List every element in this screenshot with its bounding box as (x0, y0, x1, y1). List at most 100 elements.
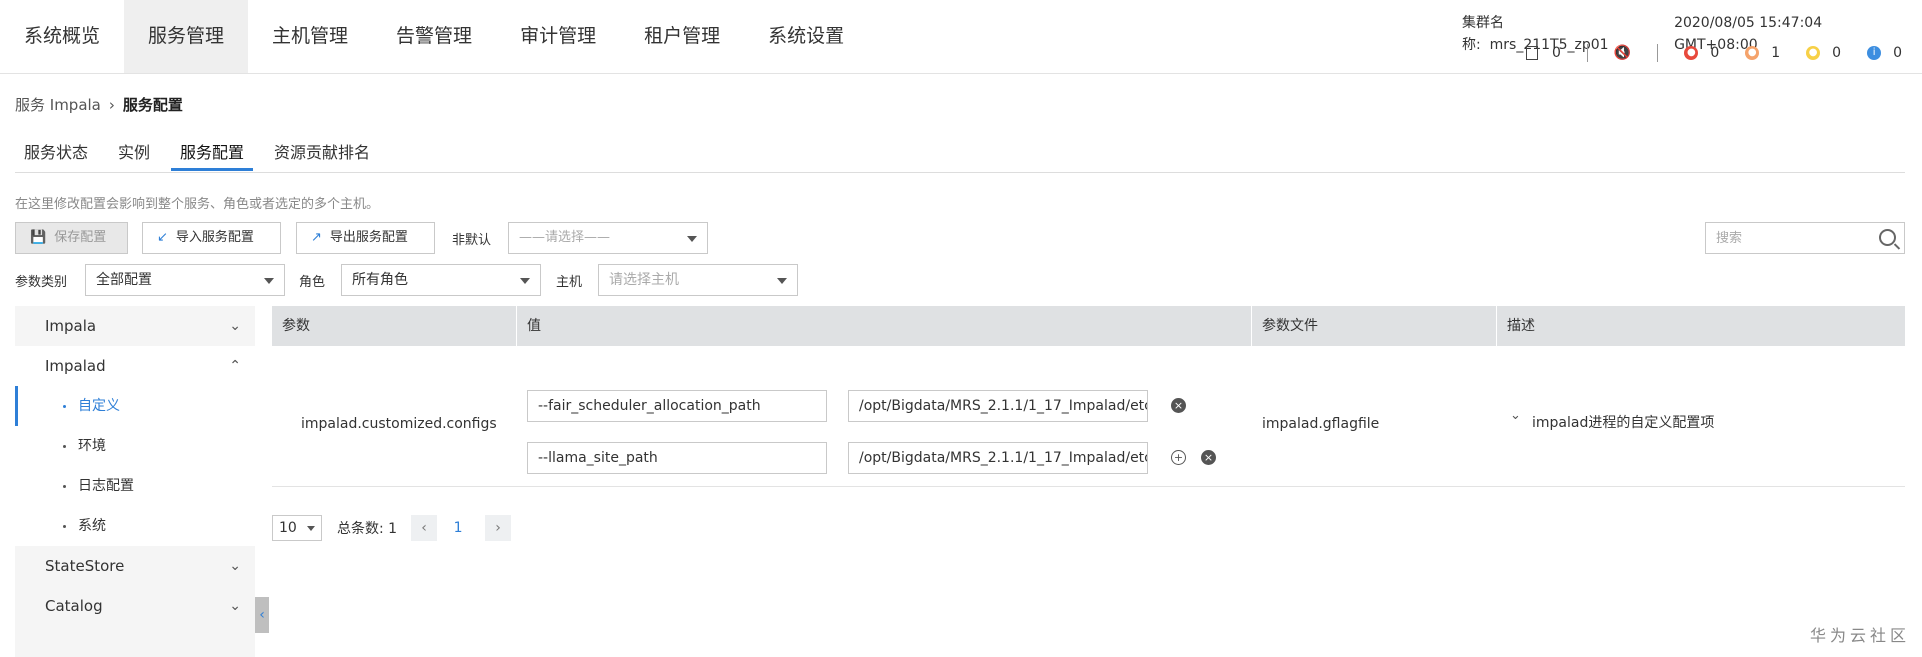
breadcrumb-parent[interactable]: 服务 Impala (15, 96, 101, 114)
service-tabs: 服务状态 实例 服务配置 资源贡献排名 (15, 140, 1905, 173)
nondefault-select[interactable]: ——请选择—— (508, 222, 708, 254)
chevron-left-icon: ‹ (259, 607, 265, 623)
page-size-value: 10 (279, 520, 297, 536)
tree-item-log-config[interactable]: 日志配置 (15, 466, 255, 506)
tree-group-label: Catalog (45, 597, 103, 615)
bullet-icon (63, 444, 66, 448)
tab-resource-ranking[interactable]: 资源贡献排名 (265, 140, 379, 171)
nav-hosts[interactable]: 主机管理 (248, 0, 372, 73)
host-select-value: 请选择主机 (609, 272, 679, 288)
pagination: 10 总条数: 1 ‹ 1 › (272, 515, 512, 541)
info-alarm-icon: i (1867, 46, 1882, 60)
save-config-button[interactable]: 💾 保存配置 (15, 222, 128, 254)
nav-audit[interactable]: 审计管理 (496, 0, 620, 73)
table-header: 参数 值 参数文件 描述 (272, 306, 1905, 346)
tree-item-environment[interactable]: 环境 (15, 426, 255, 466)
alarm-info[interactable]: i 0 (1867, 45, 1902, 61)
save-config-label: 保存配置 (54, 230, 107, 245)
tree-group-label: Impala (45, 317, 97, 335)
alarm-major[interactable]: ● 1 (1745, 45, 1780, 61)
cluster-info: 集群名称: mrs_211T5_zp01 (1462, 12, 1644, 53)
search-icon[interactable] (1879, 229, 1896, 246)
config-value-field[interactable]: /opt/Bigdata/MRS_2.1.1/1_17_Impalad/etc (848, 442, 1148, 474)
host-label: 主机 (556, 275, 583, 290)
next-page-button[interactable]: › (485, 515, 512, 541)
major-alarm-icon: ● (1745, 46, 1760, 60)
mute-toggle[interactable]: 🔇 (1614, 45, 1631, 61)
tasks-count: 0 (1551, 45, 1561, 61)
import-config-button[interactable]: ↙ 导入服务配置 (142, 222, 281, 254)
add-entry-icon[interactable]: + (1171, 450, 1186, 465)
nav-alarms[interactable]: 告警管理 (372, 0, 496, 73)
chevron-right-icon: › (495, 520, 501, 536)
breadcrumb: 服务 Impala › 服务配置 (15, 94, 183, 115)
column-header-value: 值 (517, 306, 1252, 346)
nav-tenants[interactable]: 租户管理 (620, 0, 744, 73)
column-header-desc: 描述 (1507, 318, 1535, 334)
tab-service-config[interactable]: 服务配置 (171, 140, 254, 171)
category-select[interactable]: 全部配置 (85, 264, 285, 296)
tree-group-statestore[interactable]: StateStore ⌄ (15, 546, 255, 586)
nav-overview[interactable]: 系统概览 (0, 0, 124, 73)
tree-group-impala[interactable]: Impala ⌄ (15, 306, 255, 346)
nav-settings[interactable]: 系统设置 (744, 0, 868, 73)
search-input[interactable] (1714, 223, 1868, 253)
remove-entry-icon[interactable]: × (1171, 398, 1186, 413)
tree-item-label: 日志配置 (78, 478, 134, 494)
export-config-label: 导出服务配置 (329, 230, 408, 245)
tree-group-impalad[interactable]: Impalad ⌃ (15, 346, 255, 386)
page-size-select[interactable]: 10 (272, 515, 322, 541)
breadcrumb-current: 服务配置 (122, 96, 183, 114)
header-status: 集群名称: mrs_211T5_zp01 2020/08/05 15:47:04… (1462, 12, 1902, 66)
alarm-minor[interactable]: ● 0 (1806, 45, 1841, 61)
tree-item-system[interactable]: 系统 (15, 506, 255, 546)
alarm-info-count: 0 (1893, 45, 1902, 61)
divider (1657, 44, 1659, 62)
bullet-icon (63, 484, 66, 488)
alarm-critical[interactable]: ● 0 (1684, 45, 1719, 61)
tasks-indicator[interactable]: 0 (1525, 45, 1561, 61)
tree-group-label: Impalad (45, 357, 106, 375)
chevron-down-icon: ⌄ (229, 598, 241, 614)
tree-group-label: StateStore (45, 557, 125, 575)
critical-alarm-icon: ● (1684, 46, 1699, 60)
export-icon: ↗ (311, 230, 322, 245)
import-config-label: 导入服务配置 (175, 230, 254, 245)
tree-item-label: 自定义 (78, 398, 120, 414)
search-box[interactable] (1705, 222, 1905, 254)
config-hint: 在这里修改配置会影响到整个服务、角色或者选定的多个主机。 (15, 197, 380, 212)
bullet-icon (63, 404, 66, 408)
import-icon: ↙ (157, 230, 168, 245)
category-label: 参数类别 (15, 275, 68, 290)
nav-services[interactable]: 服务管理 (124, 0, 249, 73)
remove-entry-icon[interactable]: × (1201, 450, 1216, 465)
config-name-field[interactable]: --fair_scheduler_allocation_path (527, 390, 827, 422)
tree-item-custom[interactable]: 自定义 (15, 386, 255, 426)
chevron-down-icon (520, 278, 530, 284)
main-nav: 系统概览 服务管理 主机管理 告警管理 审计管理 租户管理 系统设置 (0, 0, 868, 73)
sidebar-collapse-handle[interactable]: ‹ (255, 597, 269, 633)
page-number[interactable]: 1 (445, 515, 471, 541)
config-value-field[interactable]: /opt/Bigdata/MRS_2.1.1/1_17_Impalad/etc (848, 390, 1148, 422)
column-header-param: 参数 (272, 306, 517, 346)
watermark: 华为云社区 (1809, 626, 1910, 645)
host-select[interactable]: 请选择主机 (598, 264, 798, 296)
chevron-up-icon: ⌃ (229, 358, 241, 374)
alarm-major-count: 1 (1771, 45, 1781, 61)
chevron-down-icon (307, 526, 315, 531)
tab-service-status[interactable]: 服务状态 (15, 140, 97, 171)
total-count: 总条数: 1 (337, 521, 398, 537)
chevron-down-icon[interactable]: ⌄ (1510, 408, 1521, 423)
chevron-down-icon (264, 278, 274, 284)
prev-page-button[interactable]: ‹ (411, 515, 438, 541)
param-file: impalad.gflagfile (1262, 416, 1380, 432)
export-config-button[interactable]: ↗ 导出服务配置 (296, 222, 435, 254)
role-select[interactable]: 所有角色 (341, 264, 541, 296)
config-name-field[interactable]: --llama_site_path (527, 442, 827, 474)
role-label: 角色 (299, 275, 326, 290)
datetime: 2020/08/05 15:47:04 GMT+08:00 (1674, 15, 1823, 53)
tree-group-catalog[interactable]: Catalog ⌄ (15, 586, 255, 626)
column-header-file: 参数文件 (1252, 306, 1497, 346)
tab-instances[interactable]: 实例 (109, 140, 159, 171)
top-bar: 系统概览 服务管理 主机管理 告警管理 审计管理 租户管理 系统设置 集群名称:… (0, 0, 1922, 74)
